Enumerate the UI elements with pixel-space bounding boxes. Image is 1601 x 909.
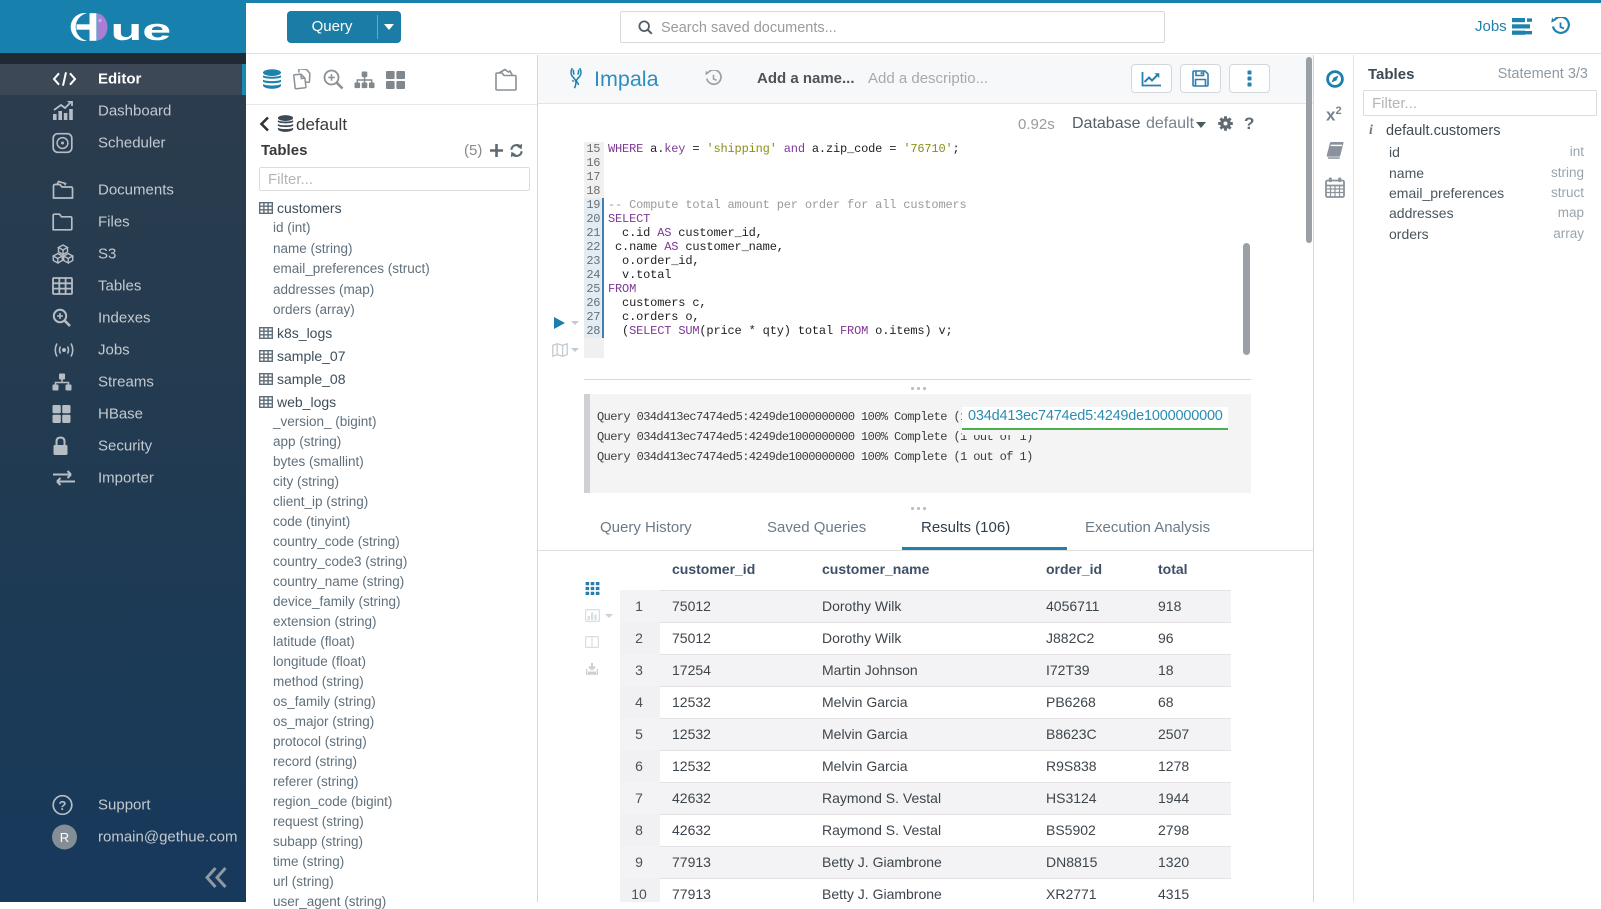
svg-text:ue: ue <box>111 13 172 41</box>
svg-text:?: ? <box>59 798 67 813</box>
svg-text:R: R <box>60 830 69 845</box>
